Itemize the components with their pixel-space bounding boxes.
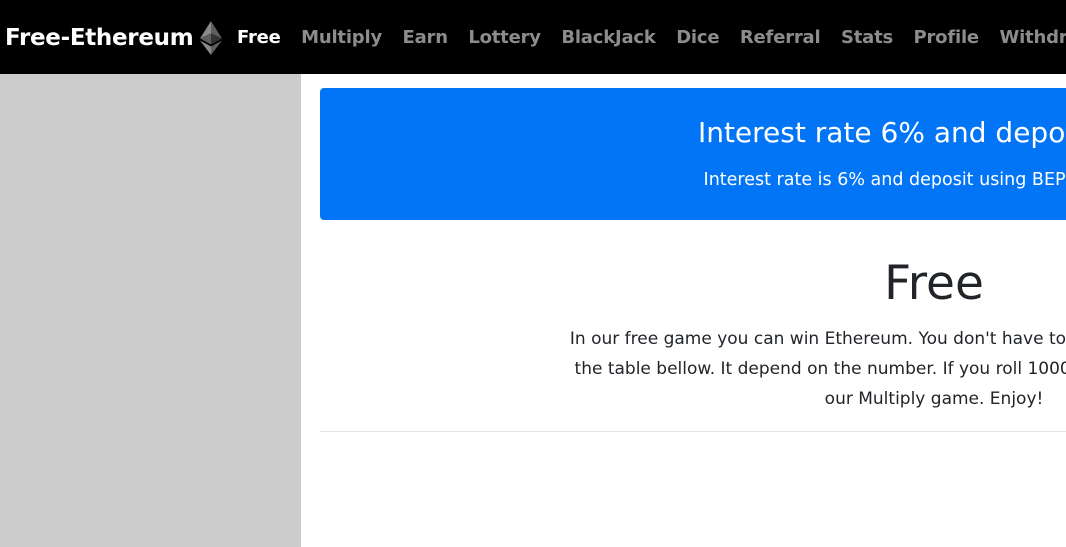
alert-title: Interest rate 6% and deposit by B — [697, 116, 1066, 149]
nav-item-referral[interactable]: Referral — [740, 27, 821, 48]
brand-link[interactable]: Free-Ethereum — [5, 21, 223, 55]
description-line: the table bellow. It depend on the numbe… — [574, 359, 1066, 379]
brand-name: Free-Ethereum — [5, 25, 194, 51]
page-title: Free — [884, 256, 984, 311]
nav-item-lottery[interactable]: Lottery — [468, 27, 541, 48]
description-line: our Multiply game. Enjoy! — [824, 389, 1044, 409]
alert-text: Interest rate is 6% and deposit using BE… — [703, 170, 1066, 190]
description-line: In our free game you can win Ethereum. Y… — [569, 329, 1066, 349]
page-description: In our free game you can win Ethereum. Y… — [320, 324, 1066, 414]
nav-item-multiply[interactable]: Multiply — [301, 27, 382, 48]
top-navbar: Free-Ethereum Free Multiply Earn Lottery… — [0, 0, 1066, 74]
main-content: Interest rate 6% and deposit by B Intere… — [301, 74, 1066, 547]
nav-menu: Free Multiply Earn Lottery BlackJack Dic… — [237, 0, 1066, 74]
nav-item-free[interactable]: Free — [237, 27, 281, 48]
nav-item-withdraw[interactable]: Withdraw — [999, 27, 1066, 48]
section-divider — [320, 431, 1066, 432]
free-game-section: Free In our free game you can win Ethere… — [320, 244, 1066, 414]
nav-item-profile[interactable]: Profile — [914, 27, 980, 48]
left-sidebar — [0, 74, 301, 547]
nav-item-blackjack[interactable]: BlackJack — [561, 27, 656, 48]
ethereum-icon — [200, 21, 223, 55]
info-alert: Interest rate 6% and deposit by B Intere… — [320, 88, 1066, 220]
nav-item-dice[interactable]: Dice — [676, 27, 719, 48]
nav-item-stats[interactable]: Stats — [841, 27, 893, 48]
nav-item-earn[interactable]: Earn — [403, 27, 449, 48]
